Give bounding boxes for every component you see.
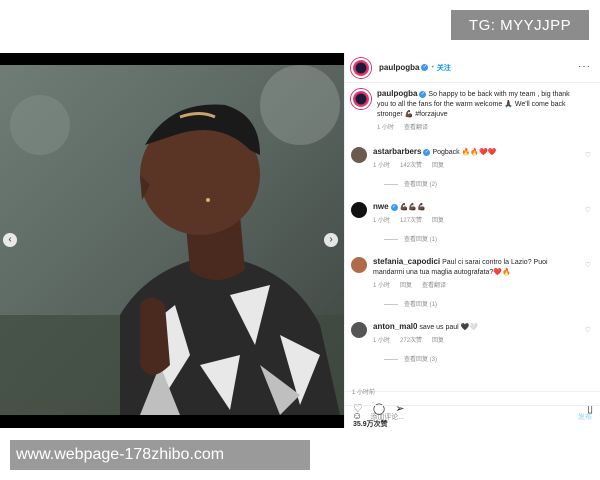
translate-link[interactable]: 查看翻译 [404, 125, 428, 131]
dot-separator: • [431, 64, 434, 71]
commenter-avatar[interactable] [351, 257, 367, 273]
comment-text: 💪🏿💪🏿💪🏿 [399, 204, 426, 211]
comment-like-heart-icon[interactable]: ♡ [585, 206, 591, 214]
caption: paulpogba ✓ So happy to be back with my t… [351, 89, 595, 133]
watermark-top: TG: MYYJJPP [451, 10, 589, 40]
reply-link[interactable]: 回复 [400, 283, 412, 289]
view-replies-link[interactable]: 查看回复 (1) [384, 234, 595, 243]
emoji-icon[interactable]: ☺ [352, 411, 362, 422]
post-media: ‹ › [0, 53, 344, 428]
commenter-avatar[interactable] [351, 322, 367, 338]
post-photo [0, 65, 344, 415]
next-arrow-icon[interactable]: › [324, 233, 338, 247]
caption-avatar[interactable] [351, 89, 371, 109]
comment-item: stefania_capodici Paul ci sarai contro l… [351, 257, 595, 291]
comment-likes: 272次赞 [400, 338, 423, 344]
view-replies-link[interactable]: 查看回复 (2) [384, 179, 595, 188]
comment-item: anton_mal0 save us paul 🖤🤍 1 小时 272次赞 回复 ♡ [351, 322, 595, 346]
reply-link[interactable]: 回复 [432, 163, 444, 169]
comment-text: Pogback 🔥🔥❤️❤️ [432, 149, 497, 156]
comment-likes: 142次赞 [400, 163, 423, 169]
comment-username[interactable]: anton_mal0 [373, 322, 417, 331]
commenter-avatar[interactable] [351, 202, 367, 218]
verified-badge-icon: ✓ [419, 90, 427, 98]
post-header: paulpogba ✓ • 关注 ··· [345, 53, 600, 83]
previous-arrow-icon[interactable]: ‹ [3, 233, 17, 247]
commenter-avatar[interactable] [351, 147, 367, 163]
comment-like-heart-icon[interactable]: ♡ [585, 151, 591, 159]
comment-item: astarbarbers ✓ Pogback 🔥🔥❤️❤️ 1 小时 142次赞 回复… [351, 147, 595, 171]
view-replies-link[interactable]: 查看回复 (3) [384, 354, 595, 363]
verified-badge-icon: ✓ [390, 203, 398, 211]
comment-time: 1 小时 [373, 338, 391, 344]
page: TG: MYYJJPP ‹ › paulpogba ✓ • 关注 ··· pau… [0, 0, 600, 480]
watermark-bottom: www.webpage-178zhibo.com [10, 440, 310, 470]
caption-time: 1 小时 [377, 125, 395, 131]
add-comment-bar: ☺ 添加评论... 发布 [344, 405, 600, 427]
translate-link[interactable]: 查看翻译 [422, 283, 446, 289]
header-username[interactable]: paulpogba [379, 63, 419, 72]
comment-username[interactable]: stefania_capodici [373, 257, 440, 266]
player-photo-illustration [0, 65, 344, 415]
view-replies-link[interactable]: 查看回复 (1) [384, 299, 595, 308]
comment-username[interactable]: astarbarbers [373, 147, 421, 156]
comment-like-heart-icon[interactable]: ♡ [585, 326, 591, 334]
reply-link[interactable]: 回复 [432, 218, 444, 224]
avatar[interactable] [351, 57, 371, 78]
follow-button[interactable]: 关注 [437, 63, 451, 73]
comment-username[interactable]: nwe [373, 202, 389, 211]
comment-time: 1 小时 [373, 163, 391, 169]
verified-badge-icon: ✓ [421, 64, 429, 71]
reply-link[interactable]: 回复 [432, 338, 444, 344]
post-comment-button[interactable]: 发布 [578, 412, 592, 422]
instagram-post: ‹ › paulpogba ✓ • 关注 ··· paulpogba ✓ So h… [0, 53, 600, 428]
comments-list: paulpogba ✓ So happy to be back with my t… [345, 83, 600, 391]
comment-time: 1 小时 [373, 283, 391, 289]
post-time: 1 小时前 [352, 390, 376, 396]
more-options-icon[interactable]: ··· [578, 61, 591, 72]
comment-input[interactable]: 添加评论... [370, 412, 404, 422]
comment-time: 1 小时 [373, 218, 391, 224]
post-side-panel: paulpogba ✓ • 关注 ··· paulpogba ✓ So happy… [344, 53, 600, 428]
verified-badge-icon: ✓ [423, 148, 431, 156]
comment-item: nwe ✓ 💪🏿💪🏿💪🏿 1 小时 127次赞 回复 ♡ [351, 202, 595, 226]
caption-username[interactable]: paulpogba [377, 89, 417, 98]
comment-likes: 127次赞 [400, 218, 423, 224]
comment-like-heart-icon[interactable]: ♡ [585, 261, 591, 269]
comment-text: save us paul 🖤🤍 [419, 324, 479, 331]
